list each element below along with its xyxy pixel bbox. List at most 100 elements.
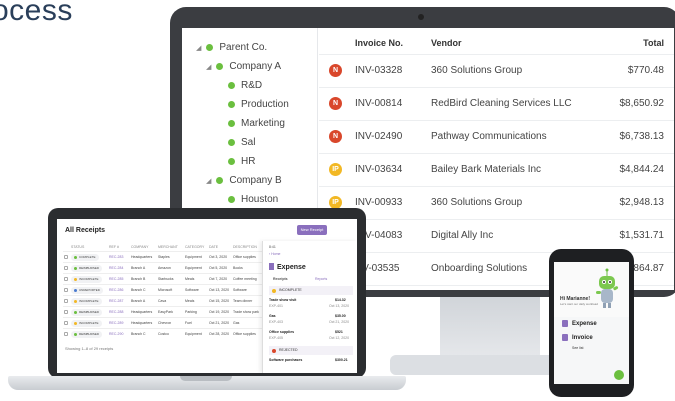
invoice-row[interactable]: IP INV-00933 360 Solutions Group $2,948.13 [319,186,674,219]
chat-fab-button[interactable] [614,370,624,380]
receipt-row[interactable]: INCOMPLETE REC-287 Branch A Cava Meals Oct 15… [63,295,263,306]
status-dot-icon [74,310,77,314]
tree-item-label: HR [241,156,256,167]
status-label: REIMBURSED [79,266,100,270]
column-header[interactable]: Merchant [158,245,178,249]
receipt-row[interactable]: REIMBURSED REC-288 Headquarters EasyPark Par… [63,306,263,317]
receipt-date: Oct 3, 2020 [209,255,228,259]
receipt-ref[interactable]: REC-289 [109,321,123,325]
status-badge: REIMBURSED [71,265,103,272]
expand-caret-icon[interactable]: ◢ [206,63,211,71]
receipt-ref[interactable]: REC-287 [109,299,123,303]
vendor-name: Bailey Bark Materials Inc [431,164,542,175]
receipt-company: Headquarters [131,310,153,314]
receipt-ref[interactable]: REC-288 [109,310,123,314]
tree-item[interactable]: R&D [228,80,262,91]
expense-item-name[interactable]: Gas [269,314,276,318]
row-checkbox[interactable] [64,266,68,270]
status-dot-icon [74,332,77,336]
invoice-number: INV-00814 [355,98,403,109]
see-list-link[interactable]: See list [572,346,583,350]
phone-menu-expense[interactable]: Expense [562,320,597,327]
receipt-row[interactable]: REIMBURSED REC-284 Branch A Amazon Equipment… [63,262,263,273]
tree-item[interactable]: Sal [228,137,255,148]
column-header[interactable]: Company [131,245,148,249]
tree-item[interactable]: ◢ Company B [206,175,282,186]
row-checkbox[interactable] [64,332,68,336]
receipt-row[interactable]: COMPLETE REC-283 Headquarters Staples Equipm… [63,251,263,262]
rejected-item-name[interactable]: Software purchases [269,358,302,362]
invoice-row[interactable]: IPINV-04083Digital Ally Inc$1,531.71 [319,219,674,252]
column-header[interactable]: Date [209,245,218,249]
invoice-row[interactable]: N INV-03328 360 Solutions Group $770.48 [319,54,674,87]
receipt-row[interactable]: REIMBURSED REC-290 Branch C Costco Equipment… [63,328,263,339]
tree-item[interactable]: ◢ Parent Co. [196,42,267,53]
column-header[interactable]: Category [185,245,204,249]
receipt-ref[interactable]: REC-285 [109,277,123,281]
receipt-ref[interactable]: REC-290 [109,332,123,336]
new-receipt-button[interactable]: New Receipt [297,225,327,235]
status-badge: IP [329,163,342,176]
tree-item-label: Parent Co. [219,42,268,53]
row-checkbox[interactable] [64,277,68,281]
receipt-ref[interactable]: REC-284 [109,266,123,270]
vendor-name: Onboarding Solutions [431,263,528,274]
expense-icon [269,263,274,270]
receipt-merchant: Starbucks [158,277,174,281]
column-header-invoice[interactable]: Invoice No. [355,38,403,48]
tab-receipts[interactable]: Receipts [273,277,288,281]
status-badge: N [329,97,342,110]
receipt-merchant: Amazon [158,266,171,270]
tablet-title: Expense [269,263,306,271]
phone-menu-invoice[interactable]: Invoice [562,334,593,341]
expense-item-name[interactable]: Trade show visit [269,298,296,302]
invoice-row[interactable]: N INV-02490 Pathway Communications $6,738.1… [319,120,674,153]
receipt-desc: Trade show park [233,310,259,314]
back-link[interactable]: ‹ Home [269,252,280,256]
laptop-notch [180,376,232,381]
receipt-ref[interactable]: REC-283 [109,255,123,259]
row-checkbox[interactable] [64,321,68,325]
expense-item-date: Oct 12, 2020 [329,336,350,340]
column-header[interactable]: Ref # [109,245,119,249]
receipt-desc: Team dinner [233,299,253,303]
expand-caret-icon[interactable]: ◢ [196,44,201,52]
column-header[interactable]: Description [233,245,257,249]
expense-item-ref: EXP-405 [269,336,284,340]
invoice-total: $770.48 [627,65,664,76]
row-checkbox[interactable] [64,288,68,292]
invoice-row[interactable]: IP INV-03634 Bailey Bark Materials Inc $4,8… [319,153,674,186]
receipt-desc: Coffee meeting [233,277,257,281]
expense-item-amount: $521 [335,330,343,334]
tree-item[interactable]: HR [228,156,255,167]
receipt-company: Headquarters [131,255,153,259]
monitor-stand-neck [440,292,540,362]
receipt-row[interactable]: UNREPORTED REC-286 Branch C Microsoft Softwa… [63,284,263,295]
expand-caret-icon[interactable]: ◢ [206,177,211,185]
row-checkbox[interactable] [64,255,68,259]
tree-item[interactable]: Marketing [228,118,285,129]
column-header[interactable]: Status [71,245,84,249]
laptop-screen: All Receipts New Receipt Status Ref # Comp… [57,219,357,373]
column-header-total[interactable]: Total [643,38,664,48]
tree-item[interactable]: Production [228,99,289,110]
tree-item[interactable]: Houston [228,194,278,205]
tree-item[interactable]: ◢ Company A [206,61,281,72]
status-label: INCOMPLETE [79,299,99,303]
row-checkbox[interactable] [64,299,68,303]
phone-subgreeting: Let's start our daily workload [560,302,598,306]
receipt-row[interactable]: INCOMPLETE REC-289 Headquarters Chevron Fuel… [63,317,263,328]
expense-item-name[interactable]: Office supplies [269,330,294,334]
receipt-merchant: EasyPark [158,310,173,314]
column-header-vendor[interactable]: Vendor [431,38,462,48]
tab-reports[interactable]: Reports [315,277,327,281]
status-badge: REIMBURSED [71,331,103,338]
receipt-category: Parking [185,310,197,314]
status-badge: INCOMPLETE [71,320,102,327]
receipt-row[interactable]: INCOMPLETE REC-285 Branch B Starbucks Meals O… [63,273,263,284]
row-checkbox[interactable] [64,310,68,314]
receipt-ref[interactable]: REC-286 [109,288,123,292]
invoice-icon [562,334,568,341]
phone-screen: Hi Marianne! Let's start our daily workl… [554,262,629,384]
invoice-row[interactable]: N INV-00814 RedBird Cleaning Services LLC $… [319,87,674,120]
